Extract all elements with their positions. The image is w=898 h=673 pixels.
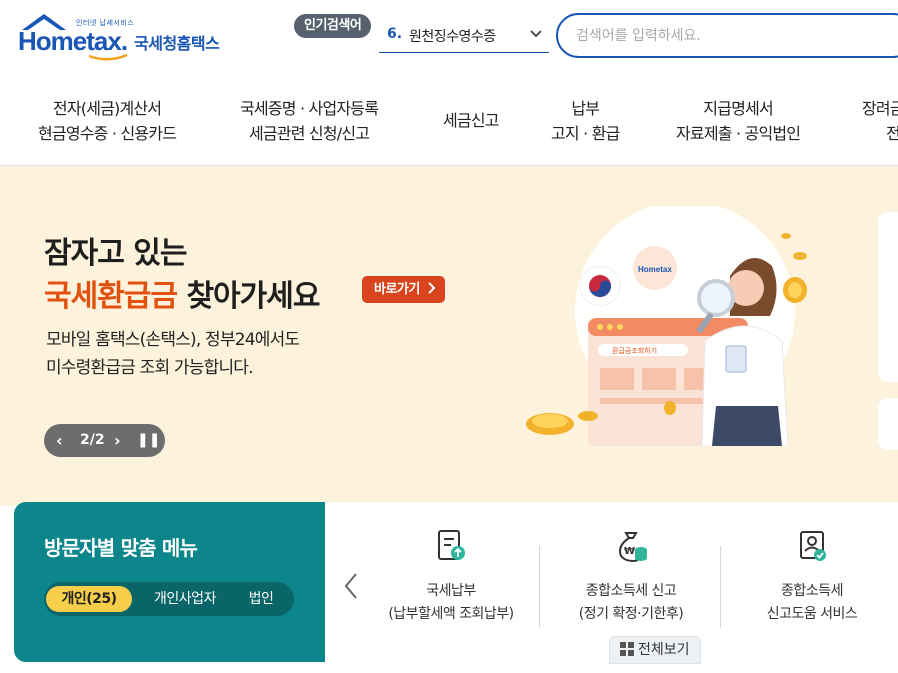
nav-item-tax-return[interactable]: 세금신고 <box>443 108 499 133</box>
service-item-income-tax-help[interactable]: 종합소득세 신고도움 서비스 <box>722 528 898 623</box>
main-nav: 전자(세금)계산서 현금영수증 · 신용카드 국세증명 · 사업자등록 세금관련… <box>0 74 898 166</box>
popular-search-dropdown[interactable]: 6. 원천징수영수증 <box>379 17 549 53</box>
document-upload-icon <box>438 530 465 560</box>
search-box <box>556 13 898 58</box>
logo-name: 국세청홈택스 <box>134 34 220 53</box>
illus-search-text: 환급금조회하기 <box>612 346 657 355</box>
banner-headline-2: 국세환급금 찾아가세요 <box>44 271 320 315</box>
visitor-menu-title: 방문자별 맞춤 메뉴 <box>44 536 198 560</box>
service-title: 종합소득세 신고 <box>585 583 677 599</box>
pager-pause-button[interactable]: ❚❚ <box>137 432 160 448</box>
service-item-income-tax[interactable]: ₩ 종합소득세 신고 (정기 확정·기한후) <box>541 528 721 623</box>
nav-item-line2: 현금영수증 · 신용카드 <box>38 124 177 143</box>
money-bag-icon: ₩ <box>619 532 647 563</box>
service-subtitle: (정기 확정·기한후) <box>578 606 684 622</box>
service-subtitle: (납부할세액 조회납부) <box>388 606 514 622</box>
nav-item-line1: 장려금 <box>862 99 898 118</box>
banner-headline-rest: 찾아가세요 <box>177 279 320 314</box>
side-card[interactable] <box>878 398 898 450</box>
hometax-logo[interactable]: 인터넷 납세서비스 Hometax. 국세청홈택스 <box>16 12 231 62</box>
popular-search-badge: 인기검색어 <box>294 14 372 38</box>
nav-item-payment[interactable]: 납부 고지 · 환급 <box>551 96 620 146</box>
shortcut-button[interactable]: 바로가기 <box>362 276 445 303</box>
service-item-tax-payment[interactable]: 국세납부 (납부할세액 조회납부) <box>361 528 541 623</box>
nav-item-incentive[interactable]: 장려금 전 <box>862 96 898 146</box>
nav-item-line2: 전 <box>886 124 898 143</box>
tab-sole-proprietor[interactable]: 개인사업자 <box>140 586 230 612</box>
view-all-button[interactable]: 전체보기 <box>609 636 701 664</box>
banner-pager: ‹ 2/2 › ❚❚ <box>44 424 165 457</box>
service-title: 국세납부 <box>426 583 476 599</box>
nav-item-certificate[interactable]: 국세증명 · 사업자등록 세금관련 신청/신고 <box>240 96 379 146</box>
service-carousel: 국세납부 (납부할세액 조회납부) ₩ 종합소득세 신고 (정기 확정·기한후)… <box>325 502 898 664</box>
svg-text:₩: ₩ <box>624 546 635 557</box>
illus-badge-text: Hometax <box>638 265 672 274</box>
popular-term: 원천징수영수증 <box>409 29 496 45</box>
promo-banner: 잠자고 있는 국세환급금 찾아가세요 바로가기 모바일 홈택스(손택스), 정부… <box>0 166 898 506</box>
pager-count: 2/2 <box>80 432 105 448</box>
nav-item-line1: 세금신고 <box>443 111 499 130</box>
shortcut-button-label: 바로가기 <box>374 282 420 297</box>
banner-highlight: 국세환급금 <box>44 279 178 314</box>
pager-next-button[interactable]: › <box>114 431 121 450</box>
pager-prev-button[interactable]: ‹ <box>56 431 63 450</box>
service-title: 종합소득세 <box>781 583 843 599</box>
nav-item-line1: 납부 <box>571 99 600 118</box>
logo-swoosh-icon <box>88 54 128 61</box>
banner-desc-line1: 모바일 홈택스(손택스), 정부24에서도 <box>46 330 300 350</box>
nav-item-line2: 자료제출 · 공익법인 <box>676 124 801 143</box>
certificate-icon <box>800 531 826 561</box>
visitor-tabs: 개인(25) 개인사업자 법인 <box>44 582 294 616</box>
popular-rank: 6. <box>387 26 403 42</box>
chevron-down-icon <box>530 30 542 38</box>
nav-item-line2: 고지 · 환급 <box>551 124 620 143</box>
view-all-label: 전체보기 <box>638 642 690 658</box>
search-input[interactable] <box>576 25 876 47</box>
tab-corporation[interactable]: 법인 <box>236 586 286 612</box>
nav-item-payment-statement[interactable]: 지급명세서 자료제출 · 공익법인 <box>676 96 801 146</box>
chevron-left-icon[interactable] <box>343 572 359 600</box>
grid-icon <box>620 642 634 656</box>
service-divider <box>720 546 721 628</box>
banner-desc-line2: 미수령환급금 조회 가능합니다. <box>46 358 254 378</box>
visitor-menu: 방문자별 맞춤 메뉴 개인(25) 개인사업자 법인 <box>14 502 325 662</box>
logo-brand: Hometax. <box>18 26 128 56</box>
nav-item-line1: 전자(세금)계산서 <box>52 99 162 118</box>
service-divider <box>539 546 540 628</box>
nav-item-line1: 국세증명 · 사업자등록 <box>240 99 379 118</box>
refund-illustration: Hometax 환급금조회하기 <box>526 206 807 446</box>
side-card[interactable] <box>878 212 898 382</box>
nav-item-line1: 지급명세서 <box>703 99 773 118</box>
service-subtitle: 신고도움 서비스 <box>766 606 858 622</box>
chevron-right-icon <box>428 282 436 294</box>
banner-headline-1: 잠자고 있는 <box>44 236 187 271</box>
tab-individual[interactable]: 개인(25) <box>46 586 132 612</box>
banner-description: 모바일 홈택스(손택스), 정부24에서도 미수령환급금 조회 가능합니다. <box>46 326 300 382</box>
header: 인터넷 납세서비스 Hometax. 국세청홈택스 인기검색어 6. 원천징수영… <box>0 0 898 74</box>
nav-item-e-invoice[interactable]: 전자(세금)계산서 현금영수증 · 신용카드 <box>38 96 177 146</box>
nav-item-line2: 세금관련 신청/신고 <box>248 124 370 143</box>
